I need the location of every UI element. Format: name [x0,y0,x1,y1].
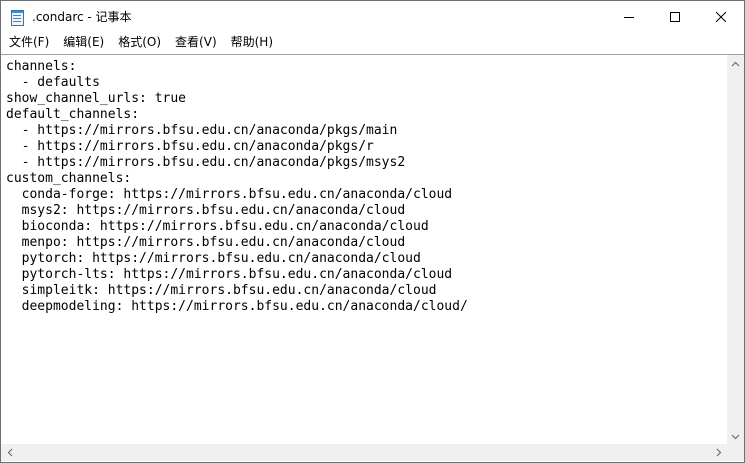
horizontal-scrollbar[interactable] [1,444,727,461]
maximize-button[interactable] [652,1,698,32]
caption-buttons [606,1,744,32]
scroll-up-arrow-icon [731,61,740,66]
scroll-down-button[interactable] [727,428,744,445]
text-editor[interactable]: channels: - defaults show_channel_urls: … [1,54,727,445]
menu-format[interactable]: 格式(O) [111,32,168,53]
editor-content[interactable]: channels: - defaults show_channel_urls: … [1,55,727,315]
scroll-right-arrow-icon [716,448,721,457]
menu-view[interactable]: 查看(V) [168,32,224,53]
menu-help[interactable]: 帮助(H) [224,32,280,53]
scroll-up-button[interactable] [727,55,744,72]
minimize-icon [624,16,634,18]
maximize-icon [670,11,680,22]
scroll-left-arrow-icon [7,448,12,457]
window-title: .condarc - 记事本 [32,10,132,24]
notepad-icon[interactable] [9,9,25,26]
menu-file[interactable]: 文件(F) [1,32,56,53]
vertical-scrollbar[interactable] [727,54,744,445]
menu-bar: 文件(F) 编辑(E) 格式(O) 查看(V) 帮助(H) [1,32,744,53]
scroll-left-button[interactable] [1,444,18,461]
minimize-button[interactable] [606,1,652,32]
scroll-right-button[interactable] [710,444,727,461]
size-grip[interactable] [727,444,744,461]
close-icon [716,11,726,22]
notepad-window: .condarc - 记事本 文件(F) 编辑(E) 格式(O) 查看(V) 帮… [0,0,745,463]
scroll-down-arrow-icon [731,434,740,439]
menu-edit[interactable]: 编辑(E) [56,32,111,53]
close-button[interactable] [698,1,744,32]
title-bar[interactable]: .condarc - 记事本 [1,1,744,32]
